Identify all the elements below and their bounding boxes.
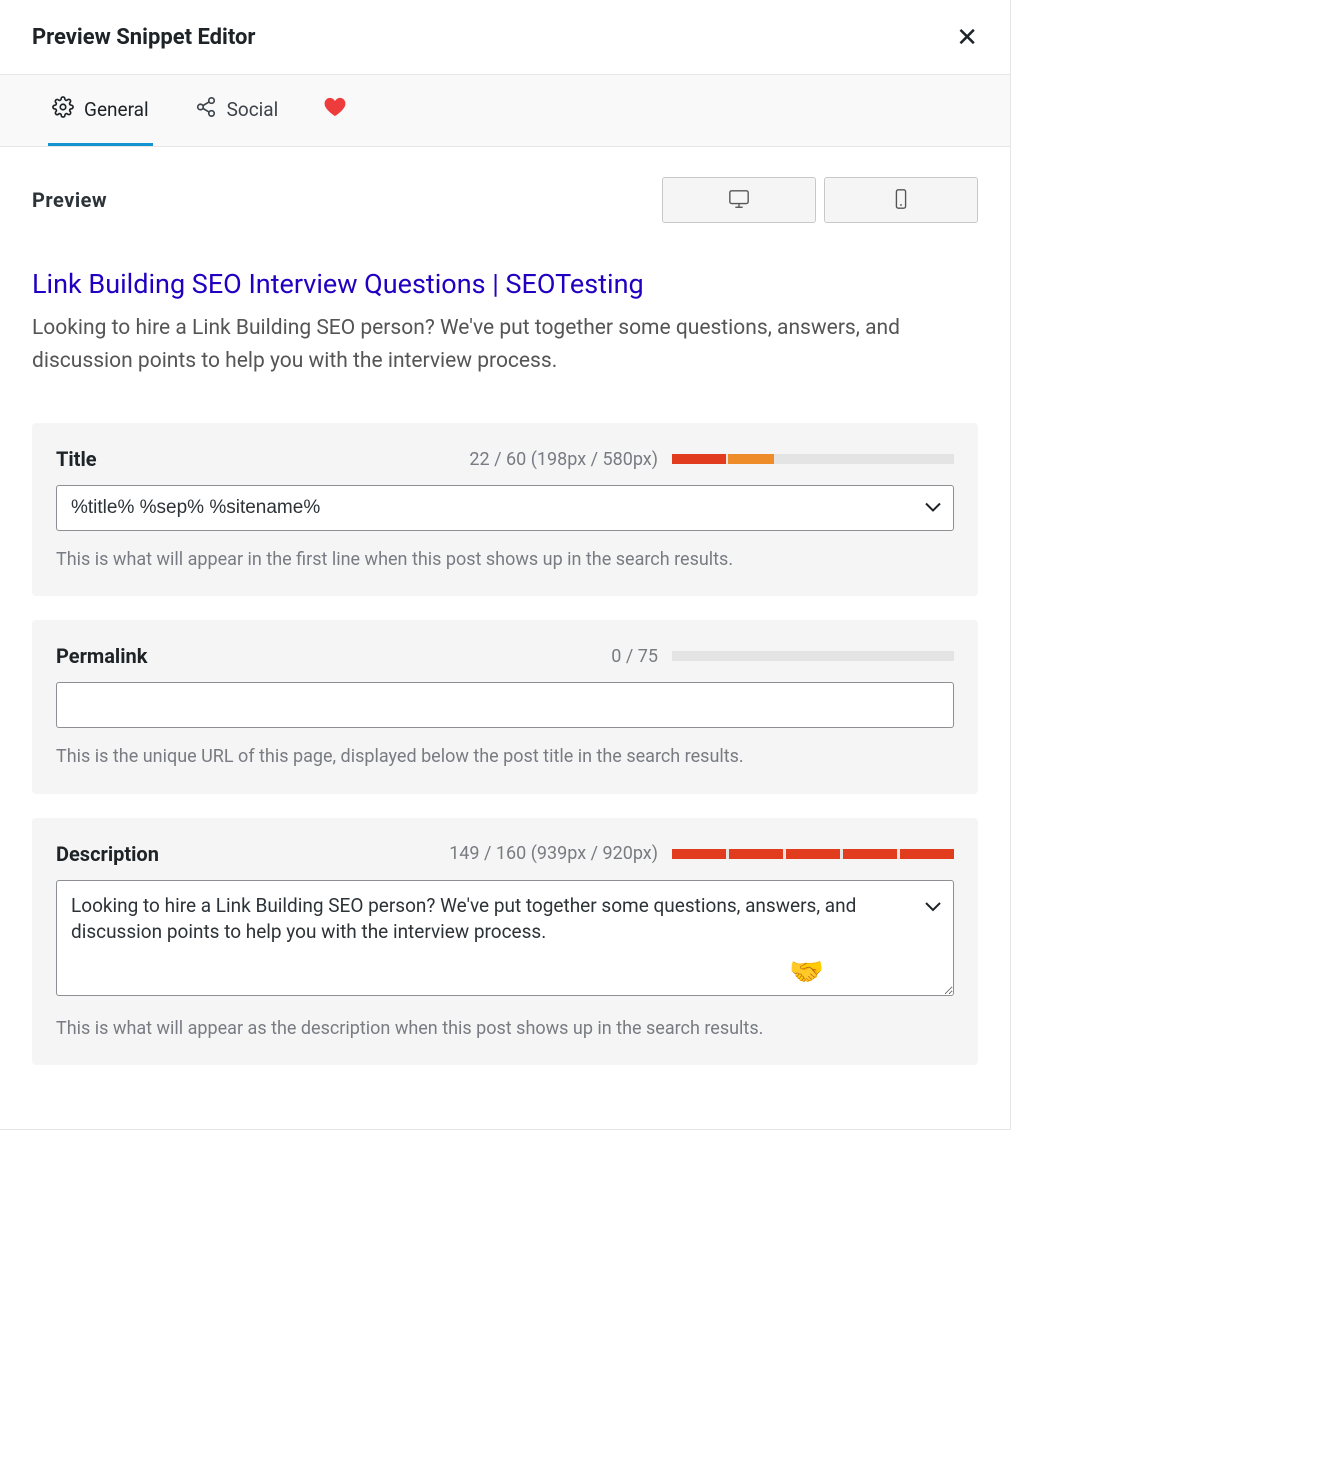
serp-description: Looking to hire a Link Building SEO pers…	[32, 312, 978, 377]
progress-segment	[900, 849, 954, 859]
permalink-helper-text: This is the unique URL of this page, dis…	[56, 744, 954, 769]
tab-social-label: Social	[227, 98, 279, 121]
tab-social[interactable]: Social	[191, 75, 283, 146]
title-field-label: Title	[56, 447, 97, 471]
share-icon	[195, 96, 217, 123]
description-field-header: Description 149 / 160 (939px / 920px)	[56, 842, 954, 866]
gear-icon	[52, 96, 74, 123]
progress-segment	[786, 849, 840, 859]
serp-preview: Link Building SEO Interview Questions | …	[32, 267, 978, 377]
tab-general-label: General	[84, 98, 149, 121]
title-helper-text: This is what will appear in the first li…	[56, 547, 954, 572]
handshake-emoji: 🤝	[789, 955, 824, 988]
heart-icon	[324, 97, 346, 122]
close-icon: ✕	[956, 22, 978, 52]
description-helper-text: This is what will appear as the descript…	[56, 1016, 954, 1041]
desktop-icon	[728, 188, 750, 213]
panel-header: Preview Snippet Editor ✕	[0, 0, 1010, 75]
description-field-label: Description	[56, 842, 159, 866]
tab-general[interactable]: General	[48, 75, 153, 146]
permalink-input[interactable]	[56, 682, 954, 728]
title-input[interactable]	[56, 485, 954, 531]
permalink-counter: 0 / 75	[611, 646, 658, 667]
permalink-field-card: Permalink 0 / 75 This is the unique URL …	[32, 620, 978, 793]
progress-segment	[843, 849, 897, 859]
title-input-row	[56, 485, 954, 531]
permalink-progress-bar	[672, 651, 954, 661]
description-input-row: 🤝	[56, 880, 954, 1000]
tabs: General Social	[0, 75, 1010, 147]
mobile-preview-button[interactable]	[824, 177, 978, 223]
panel-title: Preview Snippet Editor	[32, 25, 256, 50]
preview-label: Preview	[32, 188, 107, 212]
snippet-editor-panel: Preview Snippet Editor ✕ General Social …	[0, 0, 1011, 1130]
title-field-card: Title 22 / 60 (198px / 580px) This is wh…	[32, 423, 978, 596]
description-counter: 149 / 160 (939px / 920px)	[449, 843, 658, 864]
close-button[interactable]: ✕	[956, 24, 978, 50]
progress-segment	[728, 454, 774, 464]
title-counter: 22 / 60 (198px / 580px)	[469, 449, 658, 470]
preview-header: Preview	[32, 177, 978, 223]
content-area: Preview Link Building SEO Interview Ques…	[0, 147, 1010, 1129]
permalink-field-header: Permalink 0 / 75	[56, 644, 954, 668]
title-progress-bar	[672, 454, 954, 464]
permalink-input-row	[56, 682, 954, 728]
mobile-icon	[890, 188, 912, 213]
tab-favorite[interactable]	[320, 75, 350, 146]
title-field-header: Title 22 / 60 (198px / 580px)	[56, 447, 954, 471]
desktop-preview-button[interactable]	[662, 177, 816, 223]
description-progress-bar	[672, 849, 954, 859]
device-toggle	[662, 177, 978, 223]
progress-segment	[729, 849, 783, 859]
permalink-field-label: Permalink	[56, 644, 147, 668]
progress-segment	[672, 454, 726, 464]
progress-segment	[672, 849, 726, 859]
serp-title: Link Building SEO Interview Questions | …	[32, 267, 978, 302]
description-field-card: Description 149 / 160 (939px / 920px)	[32, 818, 978, 1065]
